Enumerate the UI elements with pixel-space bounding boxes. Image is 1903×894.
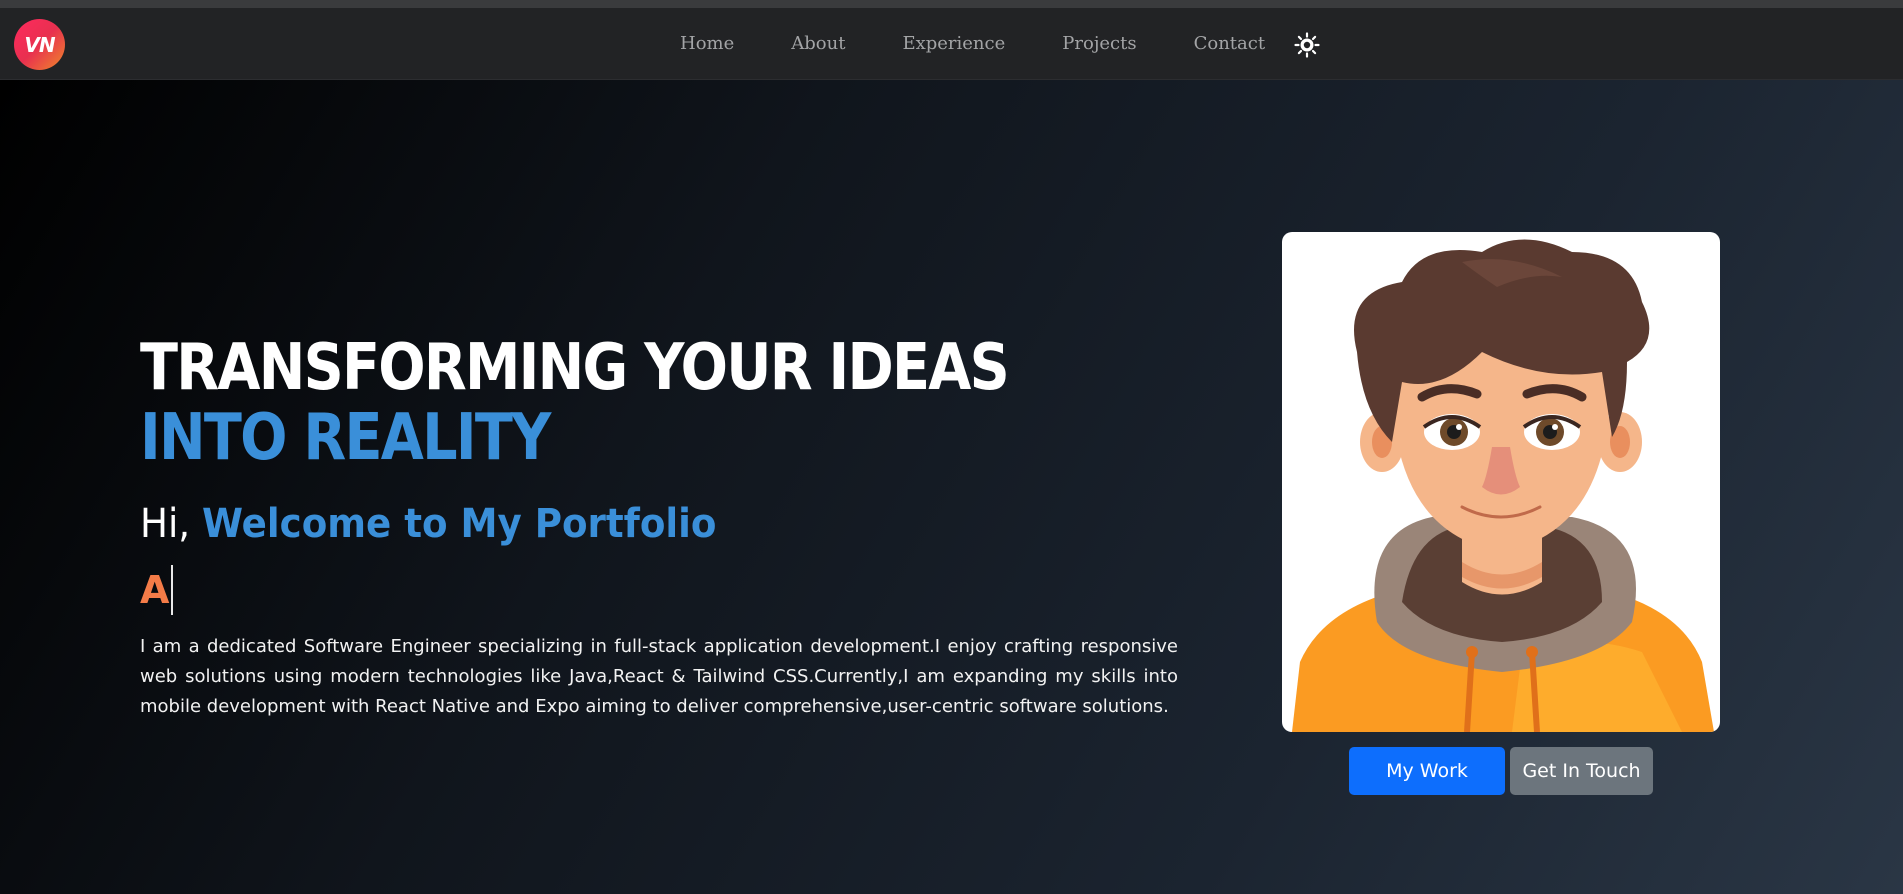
nav-link-about[interactable]: About (791, 33, 845, 54)
greeting-highlight: Welcome to My Portfolio (201, 501, 717, 547)
brand-logo-text: VN (24, 32, 55, 57)
brand-logo[interactable]: VN (14, 19, 65, 70)
hero-bio: I am a dedicated Software Engineer speci… (140, 636, 1178, 717)
headline-line-2: INTO REALITY (140, 401, 551, 475)
browser-top-strip (0, 0, 1903, 8)
theme-toggle-button[interactable] (1294, 32, 1320, 58)
typed-text: A (140, 568, 170, 612)
get-in-touch-button[interactable]: Get In Touch (1510, 747, 1653, 795)
navbar: VN Home About Experience Projects Contac… (0, 8, 1903, 80)
nav-link-contact[interactable]: Contact (1194, 33, 1265, 54)
avatar-illustration (1292, 239, 1714, 732)
nav-links: Home About Experience Projects Contact (660, 8, 1322, 79)
typing-cursor (171, 565, 174, 615)
sun-icon (1294, 32, 1320, 58)
avatar-image (1282, 232, 1720, 732)
typed-role-text: A (140, 565, 174, 615)
nav-link-home[interactable]: Home (680, 33, 734, 54)
nav-link-experience[interactable]: Experience (902, 33, 1005, 54)
hero-headline: TRANSFORMING YOUR IDEAS INTO REALITY (140, 331, 1010, 475)
my-work-button[interactable]: My Work (1349, 747, 1505, 795)
headline-line-1: TRANSFORMING YOUR IDEAS (140, 331, 1010, 405)
greeting-prefix: Hi, (140, 501, 191, 547)
greeting: Hi, Welcome to My Portfolio (140, 500, 716, 548)
nav-link-projects[interactable]: Projects (1062, 33, 1136, 54)
